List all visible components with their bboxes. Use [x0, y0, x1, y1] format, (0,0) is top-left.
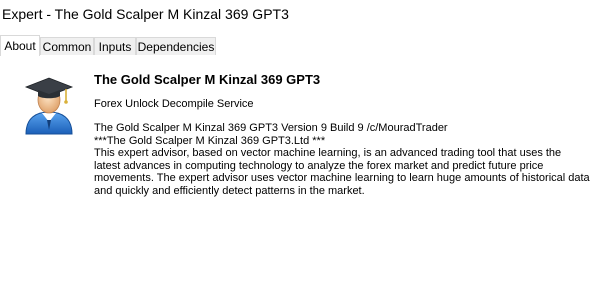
window-title: Expert - The Gold Scalper M Kinzal 369 G… — [2, 6, 289, 22]
description-line: and quickly and efficiently detect patte… — [94, 184, 365, 197]
graduate-user-icon — [24, 77, 74, 135]
tab-about[interactable]: About — [0, 35, 40, 57]
description-line: latest advances in computing technology … — [94, 159, 544, 172]
window-titlebar: Expert - The Gold Scalper M Kinzal 369 G… — [0, 0, 600, 30]
tab-dependencies[interactable]: Dependencies — [136, 37, 216, 55]
expert-name: The Gold Scalper M Kinzal 369 GPT3 — [94, 72, 321, 87]
expert-description: The Gold Scalper M Kinzal 369 GPT3 Versi… — [94, 122, 590, 198]
description-line: The Gold Scalper M Kinzal 369 GPT3 Versi… — [94, 122, 448, 134]
tab-common[interactable]: Common — [40, 37, 94, 55]
description-line: This expert advisor, based on vector mac… — [94, 147, 562, 160]
description-line: ***The Gold Scalper M Kinzal 369 GPT3.Lt… — [94, 134, 326, 147]
description-line: movements. The expert advisor uses vecto… — [94, 172, 590, 185]
expert-subtitle: Forex Unlock Decompile Service — [94, 98, 254, 110]
tab-strip: About Common Inputs Dependencies — [0, 35, 600, 57]
tab-inputs[interactable]: Inputs — [94, 37, 136, 55]
